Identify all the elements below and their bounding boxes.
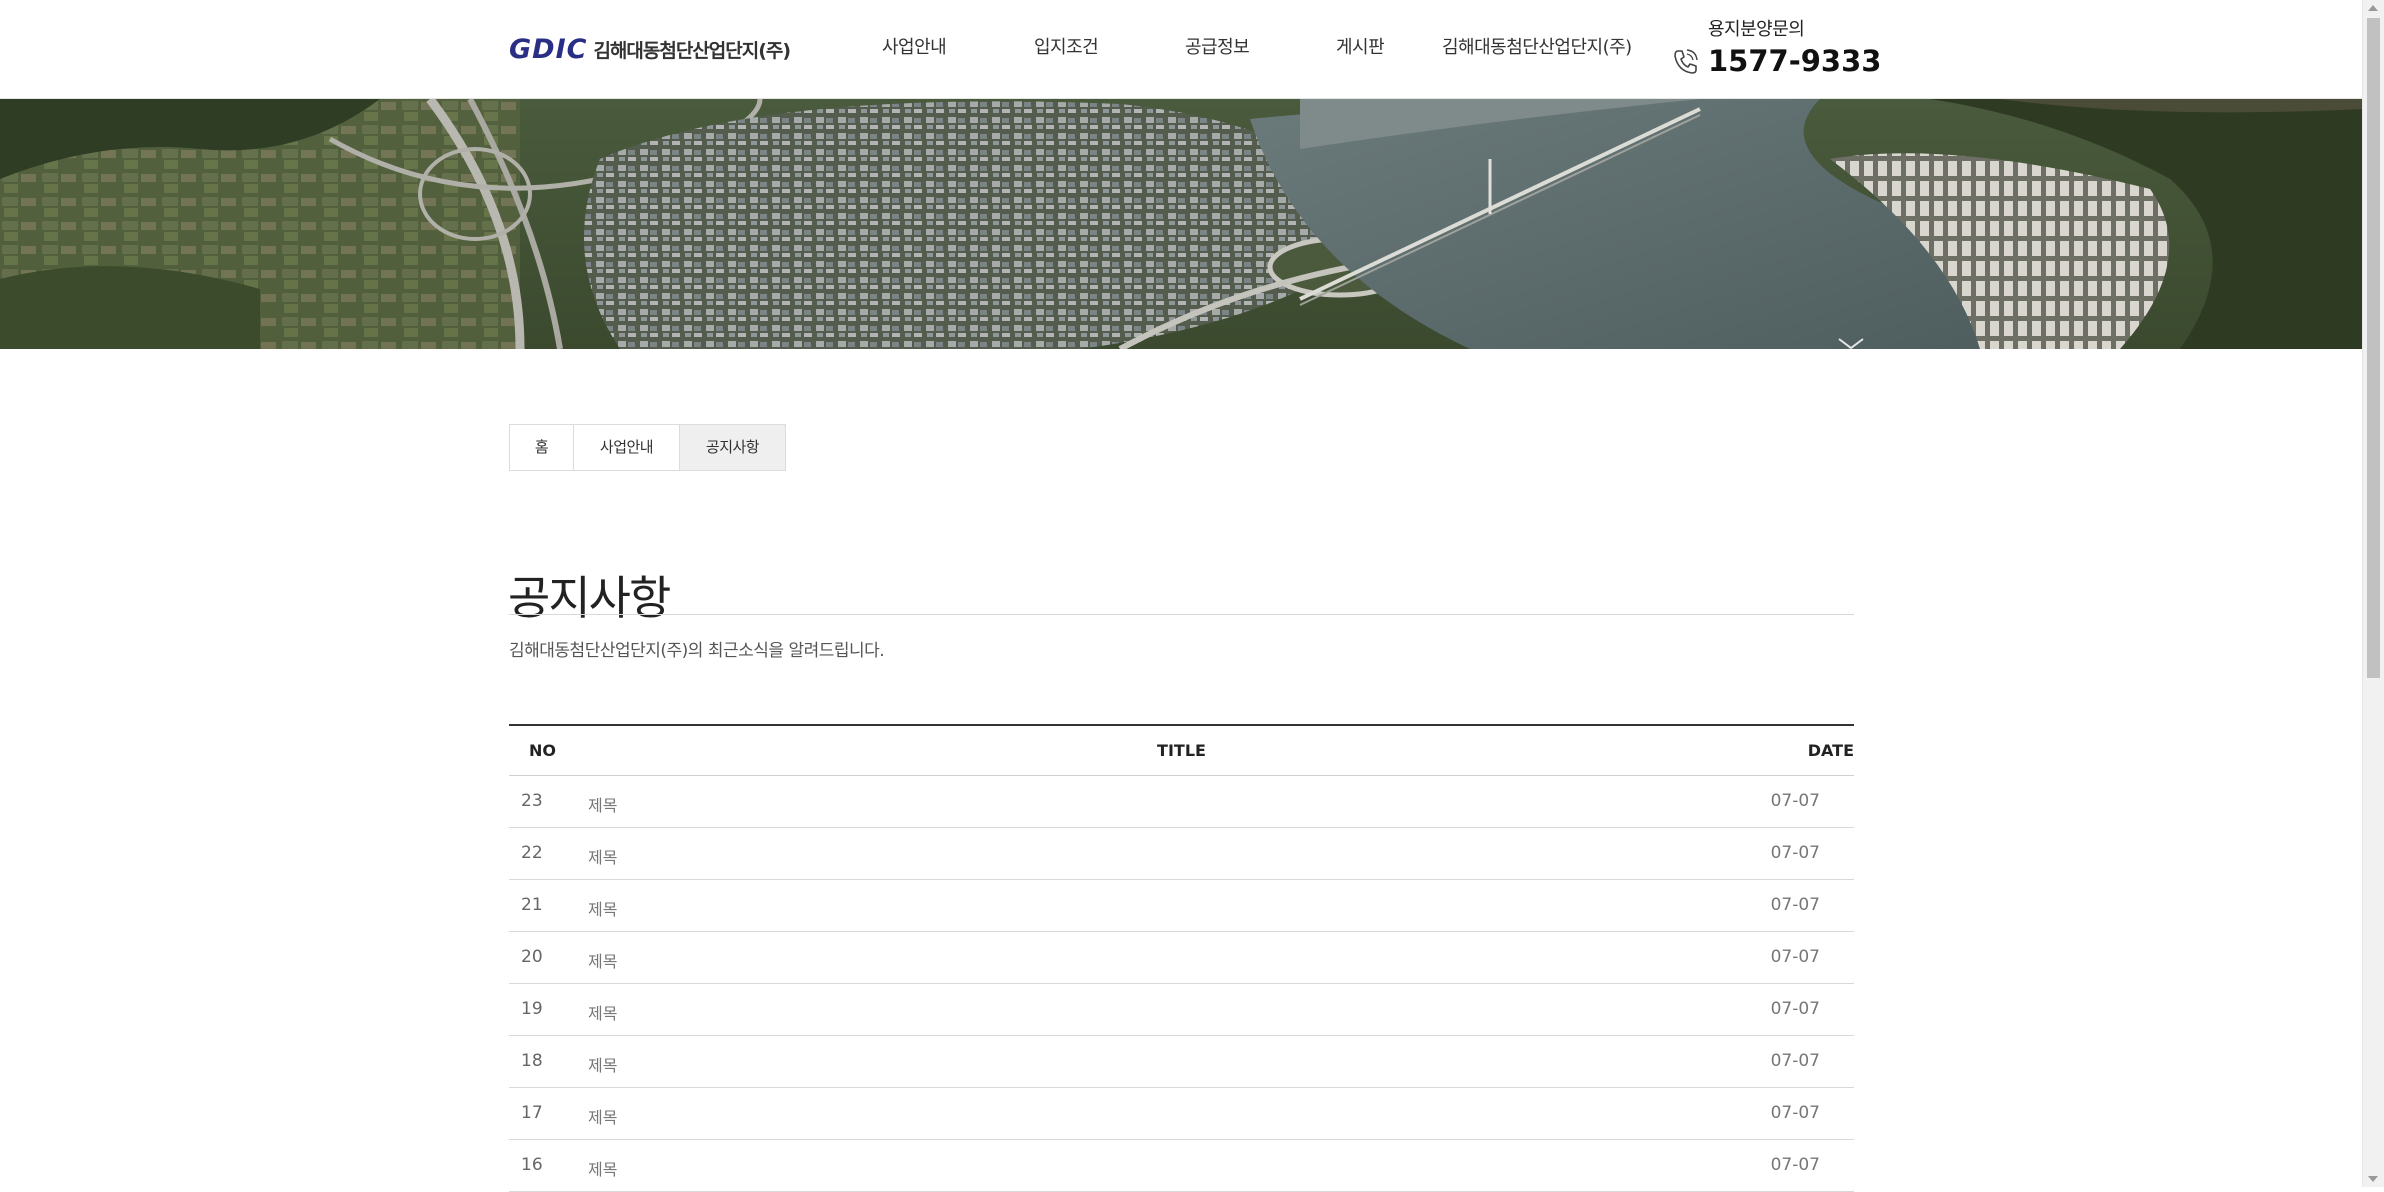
nav-item-board[interactable]: 게시판 [1336,33,1385,59]
row-number: 19 [521,999,543,1019]
row-title[interactable]: 제목 [588,1000,617,1024]
nav-item-supply[interactable]: 공급정보 [1185,33,1250,59]
row-title[interactable]: 제목 [588,844,617,868]
row-date: 07-07 [1770,843,1820,863]
row-number: 20 [521,947,543,967]
page-title: 공지사항 [508,570,671,625]
breadcrumb-home[interactable]: 홈 [510,425,574,470]
notice-board: NO TITLE DATE 23 제목 07-07 22 제목 07-07 21… [509,724,1854,1192]
row-date: 07-07 [1770,895,1820,915]
table-row[interactable]: 19 제목 07-07 [509,984,1854,1036]
row-date: 07-07 [1770,1155,1820,1175]
contact-phone[interactable]: 1577-9333 [1708,44,1881,78]
row-number: 17 [521,1103,543,1123]
breadcrumb: 홈 사업안내 공지사항 [509,424,786,471]
nav-item-business[interactable]: 사업안내 [882,33,947,59]
row-title[interactable]: 제목 [588,948,617,972]
row-title[interactable]: 제목 [588,1052,617,1076]
site-logo[interactable]: GDIC 김해대동첨단산업단지(주) [509,34,791,65]
chevron-down-icon[interactable] [1838,338,1864,350]
site-header: GDIC 김해대동첨단산업단지(주) 사업안내 입지조건 공급정보 게시판 김해… [0,0,2363,99]
scroll-down-arrow-icon[interactable] [2368,1176,2378,1182]
nav-item-location[interactable]: 입지조건 [1034,33,1099,59]
table-row[interactable]: 18 제목 07-07 [509,1036,1854,1088]
table-row[interactable]: 22 제목 07-07 [509,828,1854,880]
row-title[interactable]: 제목 [588,792,617,816]
page-description: 김해대동첨단산업단지(주)의 최근소식을 알려드립니다. [509,641,885,661]
table-row[interactable]: 21 제목 07-07 [509,880,1854,932]
column-header-title: TITLE [1157,741,1206,760]
page-scrollbar[interactable] [2362,0,2384,1187]
row-title[interactable]: 제목 [588,896,617,920]
scrollbar-thumb[interactable] [2367,18,2380,678]
row-title[interactable]: 제목 [588,1156,617,1180]
table-row[interactable]: 16 제목 07-07 [509,1140,1854,1192]
aerial-view-image [0,99,2363,349]
nav-item-company[interactable]: 김해대동첨단산업단지(주) [1442,33,1632,59]
row-number: 23 [521,791,543,811]
row-number: 21 [521,895,543,915]
table-row[interactable]: 17 제목 07-07 [509,1088,1854,1140]
row-number: 18 [521,1051,543,1071]
row-number: 16 [521,1155,543,1175]
title-divider [509,614,1854,615]
row-date: 07-07 [1770,947,1820,967]
row-date: 07-07 [1770,791,1820,811]
column-header-date: DATE [1807,741,1854,760]
table-row[interactable]: 20 제목 07-07 [509,932,1854,984]
breadcrumb-notice[interactable]: 공지사항 [680,425,785,470]
logo-mark: GDIC [509,34,588,65]
contact-label: 용지분양문의 [1708,19,1805,40]
table-header: NO TITLE DATE [509,724,1854,776]
hero-banner [0,99,2363,349]
phone-icon [1674,49,1698,74]
row-date: 07-07 [1770,999,1820,1019]
row-date: 07-07 [1770,1103,1820,1123]
table-row[interactable]: 23 제목 07-07 [509,776,1854,828]
row-number: 22 [521,843,543,863]
row-title[interactable]: 제목 [588,1104,617,1128]
breadcrumb-business[interactable]: 사업안내 [574,425,680,470]
logo-text: 김해대동첨단산업단지(주) [593,40,791,62]
scroll-up-arrow-icon[interactable] [2368,5,2378,11]
row-date: 07-07 [1770,1051,1820,1071]
